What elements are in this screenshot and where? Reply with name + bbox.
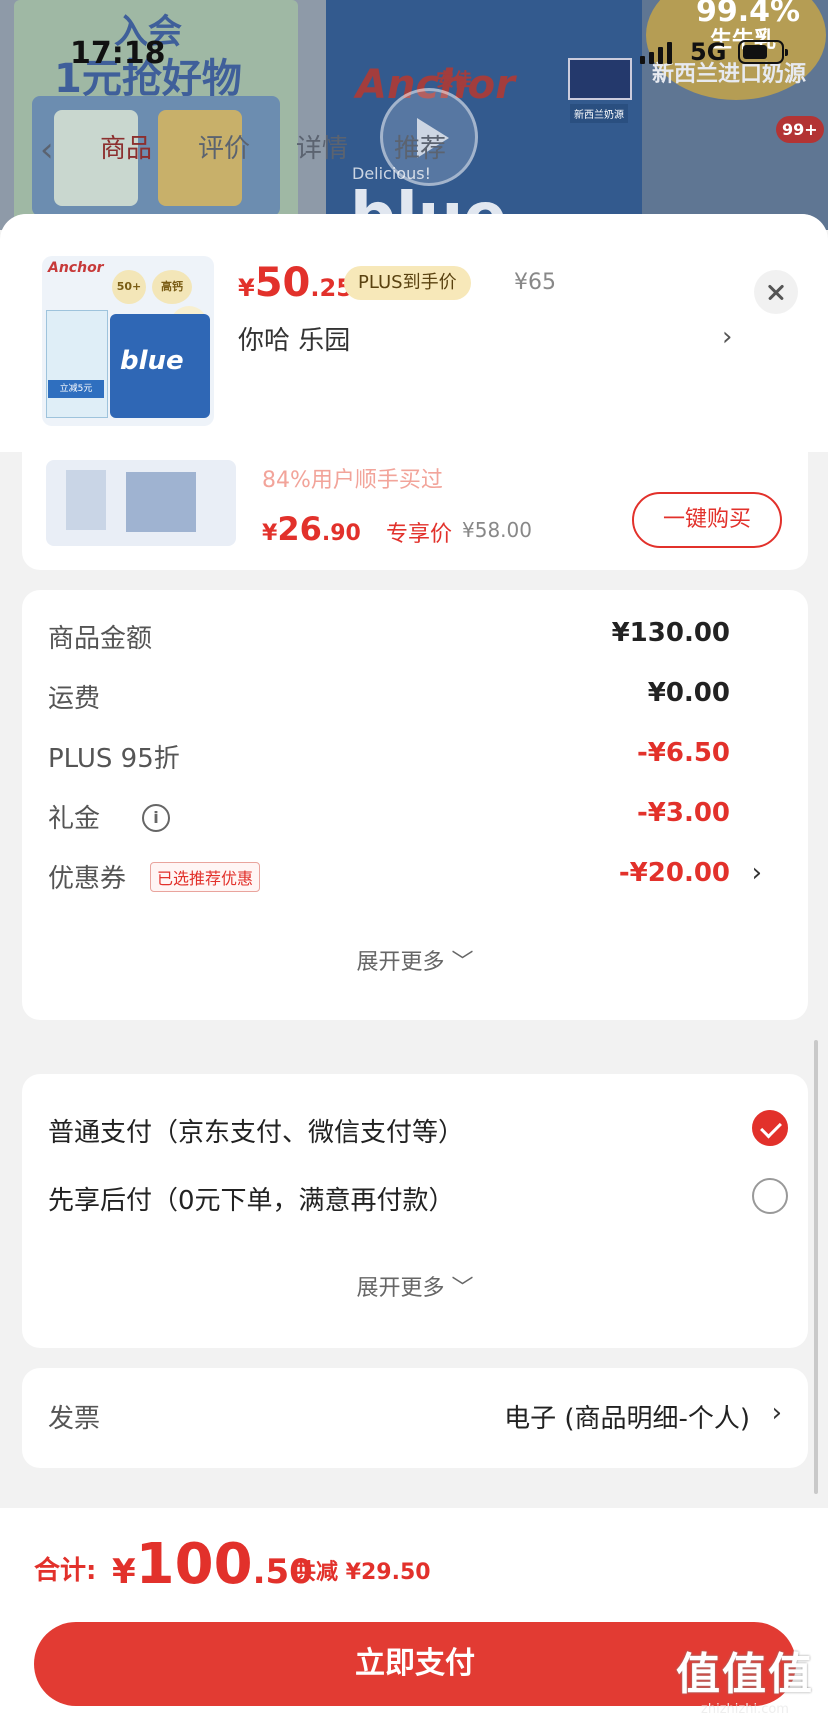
flag-label: 新西兰奶源	[570, 104, 628, 123]
scrollbar[interactable]	[814, 1040, 818, 1494]
plus-price-tag: PLUS到手价	[344, 266, 471, 300]
option-label: 先享后付（0元下单，满意再付款）	[48, 1186, 455, 1216]
thumb-badge: 50+	[112, 270, 146, 304]
tab-product[interactable]: 商品	[100, 128, 152, 165]
notification-badge: 99+	[776, 116, 824, 143]
recommended-item-desc: 84%用户顺手买过	[262, 468, 443, 493]
row-value: ¥0.00	[647, 678, 730, 708]
row-label: PLUS 95折	[48, 744, 180, 774]
invoice-value: 电子 (商品明细-个人)	[504, 1404, 750, 1434]
amount-row-shipping: 运费 ¥0.00	[48, 678, 788, 718]
recommended-price: ¥26.90	[262, 510, 361, 548]
checked-radio-icon[interactable]	[752, 1110, 788, 1146]
option-label: 普通支付（京东支付、微信支付等）	[48, 1118, 465, 1148]
row-label: 运费	[48, 684, 101, 714]
back-icon[interactable]: ‹	[40, 130, 54, 170]
payment-method-card: 普通支付（京东支付、微信支付等） 先享后付（0元下单，满意再付款） 展开更多 ﹀	[22, 1074, 808, 1348]
row-value: -¥3.00	[636, 798, 730, 828]
exclusive-price-label: 专享价	[386, 522, 453, 547]
recommended-item-image	[46, 460, 236, 546]
signal-icon	[640, 42, 672, 64]
thumb-coupon: 立减5元	[48, 380, 104, 398]
payment-option-pay-later[interactable]: 先享后付（0元下单，满意再付款）	[48, 1178, 788, 1220]
product-thumbnail: Anchor 50+ 高钙 99.4% blue 立减5元	[42, 256, 214, 426]
coupon-tag: 已选推荐优惠	[150, 862, 261, 892]
price-symbol: ¥	[238, 274, 255, 302]
price-integer: 50	[254, 260, 311, 306]
site-watermark: 值值值 zhizhizhi.com	[676, 1638, 814, 1717]
row-label: 礼金	[48, 804, 101, 834]
amount-row-subtotal: 商品金额 ¥130.00	[48, 618, 788, 658]
total-amount: ¥100.50	[112, 1532, 313, 1597]
invoice-label: 发票	[48, 1404, 101, 1434]
close-icon[interactable]	[754, 270, 798, 314]
expand-more-button[interactable]: 展开更多 ﹀	[22, 1270, 808, 1302]
chevron-right-icon[interactable]: ›	[752, 858, 762, 888]
product-spec[interactable]: 你哈 乐园	[238, 320, 350, 357]
tab-details[interactable]: 详情	[296, 128, 348, 165]
row-value: -¥20.00	[618, 858, 730, 888]
tab-recommend[interactable]: 推荐	[394, 128, 446, 165]
thumb-bag: blue	[110, 314, 210, 418]
row-label: 优惠券	[48, 864, 127, 894]
network-type: 5G	[690, 38, 727, 66]
invoice-card[interactable]: 发票 电子 (商品明细-个人) ›	[22, 1368, 808, 1468]
recommended-original-price: ¥58.00	[462, 518, 532, 542]
price-integer: 26	[277, 510, 322, 548]
watermark-text: 值值值	[676, 1649, 814, 1700]
product-tabs: 商品 评价 详情 推荐	[100, 128, 446, 165]
price-integer: 100	[135, 1532, 253, 1597]
amount-row-coupon[interactable]: 优惠券 已选推荐优惠 -¥20.00 ›	[48, 858, 788, 898]
row-value: ¥130.00	[611, 618, 730, 648]
payment-option-normal[interactable]: 普通支付（京东支付、微信支付等）	[48, 1110, 788, 1152]
total-label: 合计:	[34, 1556, 97, 1586]
summary-price: ¥50.25	[238, 260, 353, 306]
chevron-right-icon[interactable]: ›	[772, 1398, 782, 1428]
chevron-right-icon[interactable]: ›	[722, 322, 732, 352]
info-icon[interactable]: i	[142, 804, 170, 832]
amount-breakdown-card: 商品金额 ¥130.00 运费 ¥0.00 PLUS 95折 -¥6.50 礼金…	[22, 590, 808, 1020]
amount-row-plus-discount: PLUS 95折 -¥6.50	[48, 738, 788, 778]
status-bar: 17:18 5G	[0, 0, 828, 96]
thumb-bag-text: blue	[120, 346, 184, 376]
tab-reviews[interactable]: 评价	[198, 128, 250, 165]
price-symbol: ¥	[262, 521, 278, 546]
thumb-badge: 高钙	[152, 270, 192, 304]
price-decimal: .90	[321, 521, 361, 546]
row-value: -¥6.50	[636, 738, 730, 768]
checkout-sheet: Anchor 50+ 高钙 99.4% blue 立减5元 ¥50.25 PLU…	[0, 214, 828, 1720]
price-symbol: ¥	[112, 1552, 136, 1592]
radio-icon[interactable]	[752, 1178, 788, 1214]
thumb-brand: Anchor	[48, 260, 104, 276]
one-click-buy-button[interactable]: 一键购买	[632, 492, 782, 548]
amount-row-gift: 礼金 i -¥3.00	[48, 798, 788, 838]
watermark-url: zhizhizhi.com	[701, 1702, 789, 1717]
product-summary: Anchor 50+ 高钙 99.4% blue 立减5元 ¥50.25 PLU…	[0, 214, 828, 452]
row-label: 商品金额	[48, 624, 153, 654]
battery-icon	[738, 40, 788, 64]
original-price: ¥65	[514, 270, 556, 295]
total-saved: 共减 ¥29.50	[294, 1560, 431, 1585]
thumb-promo-block	[46, 310, 108, 418]
expand-more-button[interactable]: 展开更多 ﹀	[22, 944, 808, 976]
status-time: 17:18	[70, 36, 166, 71]
